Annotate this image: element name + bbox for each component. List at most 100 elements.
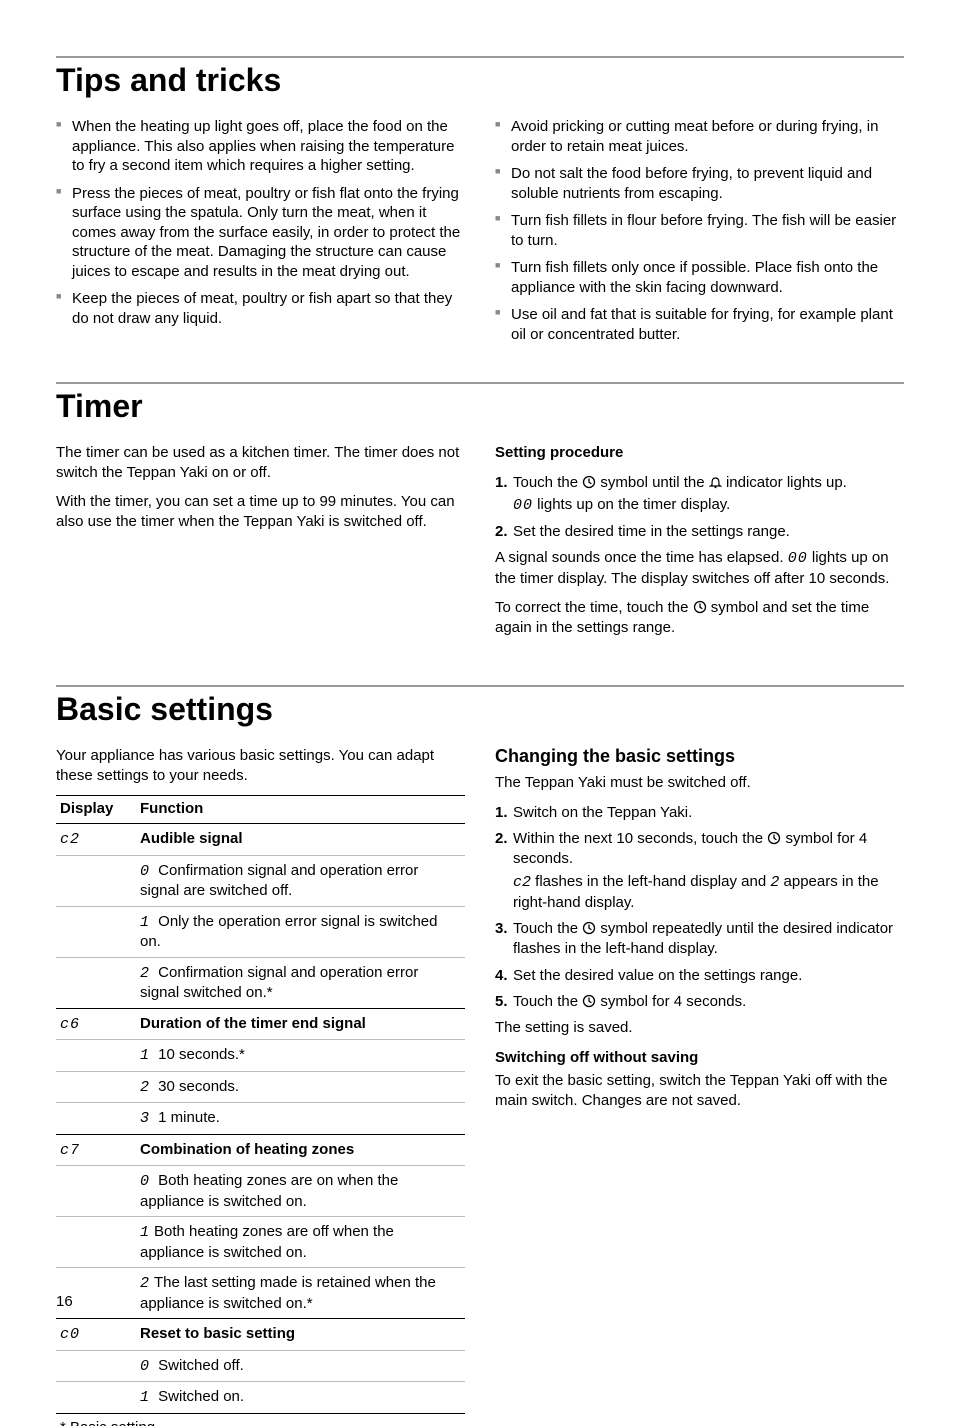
table-row: 2 Confirmation signal and operation erro… xyxy=(56,957,465,1008)
opt-symbol: 2 xyxy=(140,1078,154,1098)
table-row: c2 Audible signal xyxy=(56,824,465,856)
table-row: 1Both heating zones are off when the app… xyxy=(56,1217,465,1268)
step-text: indicator lights up. xyxy=(722,474,847,491)
settings-table: Display Function c2 Audible signal 0 Con… xyxy=(56,795,465,1426)
table-row: 0 Switched off. xyxy=(56,1350,465,1382)
clock-icon xyxy=(767,831,781,845)
opt-symbol: 1 xyxy=(140,1046,154,1066)
table-row: 0 Confirmation signal and operation erro… xyxy=(56,855,465,906)
display-glyph: 2 xyxy=(770,874,779,891)
list-item: Do not salt the food before frying, to p… xyxy=(495,164,904,203)
table-row: 1 Only the operation error signal is swi… xyxy=(56,906,465,957)
step-text: Set the desired time in the settings ran… xyxy=(513,523,790,540)
timer-correct: To correct the time, touch the symbol an… xyxy=(495,598,904,637)
table-row: 1 Switched on. xyxy=(56,1382,465,1414)
clock-icon xyxy=(582,921,596,935)
opt-symbol: 2 xyxy=(140,1274,154,1294)
row-header: Reset to basic setting xyxy=(136,1319,465,1351)
heading-basic: Basic settings xyxy=(56,691,904,728)
display-code: c6 xyxy=(60,1016,80,1033)
table-row: 2 30 seconds. xyxy=(56,1071,465,1103)
step-text: lights up on the timer display. xyxy=(533,496,730,513)
step-1: 1. Touch the symbol until the indicator … xyxy=(495,473,904,517)
heading-tips: Tips and tricks xyxy=(56,62,904,99)
timer-intro-2: With the timer, you can set a time up to… xyxy=(56,492,465,531)
switch-off-heading: Switching off without saving xyxy=(495,1048,904,1068)
display-glyph: 00 xyxy=(513,497,533,514)
basic-intro: Your appliance has various basic setting… xyxy=(56,746,465,785)
page-number: 16 xyxy=(56,1293,73,1310)
opt-symbol: 1 xyxy=(140,913,154,933)
row-header: Duration of the timer end signal xyxy=(136,1008,465,1040)
display-code: c0 xyxy=(60,1326,80,1343)
table-row: c7 Combination of heating zones xyxy=(56,1134,465,1166)
opt-symbol: 0 xyxy=(140,1172,154,1192)
tips-list-right: Avoid pricking or cutting meat before or… xyxy=(495,117,904,344)
col-display: Display xyxy=(56,796,136,824)
step-text: Touch the xyxy=(513,474,582,491)
basic-columns: Your appliance has various basic setting… xyxy=(56,746,904,1426)
table-row: 2The last setting made is retained when … xyxy=(56,1268,465,1319)
changing-steps: 1.Switch on the Teppan Yaki. 2. Within t… xyxy=(495,803,904,1012)
step-5: 5. Touch the symbol for 4 seconds. xyxy=(495,992,904,1012)
display-code: c2 xyxy=(60,831,80,848)
bell-icon xyxy=(709,475,722,489)
table-row: c6 Duration of the timer end signal xyxy=(56,1008,465,1040)
opt-text: Only the operation error signal is switc… xyxy=(140,913,437,951)
section-rule xyxy=(56,382,904,384)
opt-text: 1 minute. xyxy=(154,1109,220,1126)
table-row: c0 Reset to basic setting xyxy=(56,1319,465,1351)
list-item: When the heating up light goes off, plac… xyxy=(56,117,465,176)
timer-intro-1: The timer can be used as a kitchen timer… xyxy=(56,443,465,482)
setting-saved: The setting is saved. xyxy=(495,1018,904,1038)
opt-symbol: 3 xyxy=(140,1109,154,1129)
step-2: 2. Within the next 10 seconds, touch the… xyxy=(495,829,904,913)
table-row: 1 10 seconds.* xyxy=(56,1040,465,1072)
tips-list-left: When the heating up light goes off, plac… xyxy=(56,117,465,328)
step-1: 1.Switch on the Teppan Yaki. xyxy=(495,803,904,823)
list-item: Keep the pieces of meat, poultry or fish… xyxy=(56,289,465,328)
row-header: Combination of heating zones xyxy=(136,1134,465,1166)
opt-symbol: 0 xyxy=(140,1357,154,1377)
display-code: c7 xyxy=(60,1142,80,1159)
list-item: Avoid pricking or cutting meat before or… xyxy=(495,117,904,156)
step-3: 3. Touch the symbol repeatedly until the… xyxy=(495,919,904,960)
opt-text: Confirmation signal and operation error … xyxy=(140,964,418,1002)
opt-symbol: 1 xyxy=(140,1223,154,1243)
tips-columns: When the heating up light goes off, plac… xyxy=(56,117,904,352)
clock-icon xyxy=(582,994,596,1008)
timer-after: A signal sounds once the time has elapse… xyxy=(495,548,904,588)
opt-text: Switched on. xyxy=(154,1388,244,1405)
display-glyph: c2 xyxy=(513,874,531,891)
heading-timer: Timer xyxy=(56,388,904,425)
changing-heading: Changing the basic settings xyxy=(495,746,904,767)
opt-text: Both heating zones are on when the appli… xyxy=(140,1172,398,1210)
opt-text: 30 seconds. xyxy=(154,1078,239,1095)
list-item: Turn fish fillets only once if possible.… xyxy=(495,258,904,297)
table-row: 0 Both heating zones are on when the app… xyxy=(56,1166,465,1217)
step-4: 4.Set the desired value on the settings … xyxy=(495,966,904,986)
col-function: Function xyxy=(136,796,465,824)
changing-intro: The Teppan Yaki must be switched off. xyxy=(495,773,904,793)
timer-columns: The timer can be used as a kitchen timer… xyxy=(56,443,904,647)
clock-icon xyxy=(693,600,707,614)
switch-off-body: To exit the basic setting, switch the Te… xyxy=(495,1071,904,1110)
opt-text: 10 seconds.* xyxy=(154,1046,245,1063)
list-item: Use oil and fat that is suitable for fry… xyxy=(495,305,904,344)
section-rule xyxy=(56,685,904,687)
opt-text: The last setting made is retained when t… xyxy=(140,1274,436,1312)
step-2: 2. Set the desired time in the settings … xyxy=(495,522,904,542)
opt-text: Both heating zones are off when the appl… xyxy=(140,1223,394,1261)
opt-symbol: 2 xyxy=(140,964,154,984)
step-text: symbol until the xyxy=(596,474,709,491)
row-header: Audible signal xyxy=(136,824,465,856)
opt-text: Confirmation signal and operation error … xyxy=(140,862,418,900)
table-row: 3 1 minute. xyxy=(56,1103,465,1135)
section-rule xyxy=(56,56,904,58)
opt-symbol: 1 xyxy=(140,1388,154,1408)
list-item: Turn fish fillets in flour before frying… xyxy=(495,211,904,250)
clock-icon xyxy=(582,475,596,489)
list-item: Press the pieces of meat, poultry or fis… xyxy=(56,184,465,282)
table-footnote: * Basic setting xyxy=(56,1413,465,1426)
setting-procedure-heading: Setting procedure xyxy=(495,443,904,463)
